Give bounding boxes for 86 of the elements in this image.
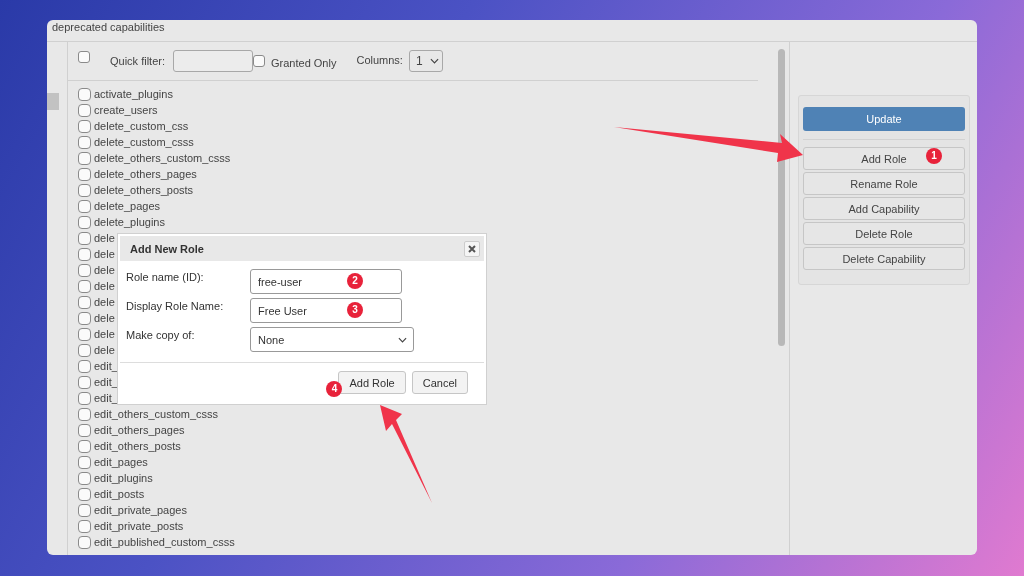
scrollbar-thumb[interactable] — [778, 49, 785, 346]
capability-checkbox[interactable] — [78, 343, 91, 357]
capability-label: dele — [94, 248, 115, 260]
capability-checkbox[interactable] — [78, 359, 91, 373]
capability-label: dele — [94, 296, 115, 308]
capability-checkbox[interactable] — [78, 375, 91, 389]
capability-checkbox[interactable] — [78, 455, 91, 469]
capability-label: create_users — [94, 104, 158, 116]
capability-label: edit_private_posts — [94, 520, 184, 532]
step-badge: 4 — [326, 381, 343, 397]
step-badge: 1 — [926, 148, 942, 164]
copy-select[interactable]: None — [250, 327, 414, 352]
capability-checkbox[interactable] — [78, 279, 91, 293]
capability-label: dele — [94, 344, 115, 356]
capability-checkbox[interactable] — [78, 327, 91, 341]
capability-label: dele — [94, 328, 115, 340]
dialog-button[interactable]: Cancel — [411, 371, 468, 394]
action-button[interactable]: Rename Role — [803, 172, 965, 195]
capability-checkbox[interactable] — [78, 391, 91, 405]
capability-checkbox[interactable] — [78, 135, 91, 149]
capability-label: edit_plugins — [94, 472, 153, 484]
capability-checkbox[interactable] — [78, 311, 91, 325]
dialog-button[interactable]: Add Role — [338, 371, 406, 394]
capability-checkbox[interactable] — [78, 87, 91, 101]
capability-label: edit_ — [94, 360, 118, 372]
capability-checkbox[interactable] — [78, 167, 91, 181]
chevron-down-icon — [429, 58, 439, 64]
columns-label: Columns: — [356, 54, 403, 66]
window-title: deprecated capabilities — [47, 20, 977, 42]
capability-checkbox[interactable] — [78, 215, 91, 229]
capability-label: edit_others_posts — [94, 440, 181, 452]
action-button[interactable]: Delete Role — [803, 222, 965, 245]
capability-checkbox[interactable] — [78, 503, 91, 517]
field-label: Role name (ID): — [126, 270, 205, 283]
capability-checkbox[interactable] — [78, 423, 91, 437]
quick-filter-label: Quick filter: — [110, 55, 165, 67]
capability-label: edit_ — [94, 392, 118, 404]
capability-checkbox[interactable] — [78, 119, 91, 133]
capability-checkbox[interactable] — [78, 151, 91, 165]
capability-checkbox[interactable] — [78, 407, 91, 421]
capability-label: edit_ — [94, 376, 118, 388]
capability-checkbox[interactable] — [78, 247, 91, 261]
action-button[interactable]: Add Capability — [803, 197, 965, 220]
capability-label: dele — [94, 312, 115, 324]
capability-label: edit_published_custom_csss — [94, 536, 235, 548]
capability-label: delete_others_custom_csss — [94, 152, 231, 164]
capability-checkbox[interactable] — [78, 231, 91, 245]
chevron-down-icon — [398, 336, 407, 343]
close-button[interactable] — [464, 240, 480, 257]
capability-label: edit_private_pages — [94, 504, 187, 516]
close-icon — [467, 243, 477, 254]
capability-checkbox[interactable] — [78, 183, 91, 197]
dialog-title: Add New Role — [130, 242, 204, 255]
capability-checkbox[interactable] — [78, 199, 91, 213]
capability-label: edit_posts — [94, 488, 145, 500]
capability-label: dele — [94, 280, 115, 292]
capability-checkbox[interactable] — [78, 487, 91, 501]
capability-checkbox[interactable] — [78, 103, 91, 117]
columns-select[interactable]: 1 — [408, 50, 443, 72]
capability-label: delete_plugins — [94, 216, 165, 228]
capability-label: dele — [94, 232, 115, 244]
granted-only-label: Granted Only — [271, 57, 337, 69]
capability-label: delete_custom_csss — [94, 136, 194, 148]
update-button[interactable]: Update — [803, 107, 965, 131]
capability-label: delete_pages — [94, 200, 161, 212]
action-button[interactable]: Delete Capability — [803, 247, 965, 270]
capability-label: edit_others_custom_csss — [94, 408, 219, 420]
select-all-checkbox[interactable] — [78, 51, 90, 63]
capability-label: delete_custom_css — [94, 120, 189, 132]
capability-label: edit_pages — [94, 456, 148, 468]
quick-filter-field[interactable] — [173, 50, 253, 72]
capability-checkbox[interactable] — [78, 519, 91, 533]
capability-checkbox[interactable] — [78, 439, 91, 453]
field-label: Make copy of: — [126, 328, 196, 341]
capability-label: dele — [94, 264, 115, 276]
capability-checkbox[interactable] — [78, 295, 91, 309]
action-button[interactable]: Add Role 1 — [803, 147, 965, 170]
granted-only-checkbox[interactable] — [253, 55, 265, 67]
capability-label: delete_others_pages — [94, 168, 197, 180]
capability-label: edit_others_pages — [94, 424, 185, 436]
capability-checkbox[interactable] — [78, 263, 91, 277]
capability-checkbox[interactable] — [78, 535, 91, 549]
capability-label: activate_plugins — [94, 88, 173, 100]
field-label: Display Role Name: — [126, 299, 225, 312]
capability-checkbox[interactable] — [78, 471, 91, 485]
capability-label: delete_others_posts — [94, 184, 194, 196]
